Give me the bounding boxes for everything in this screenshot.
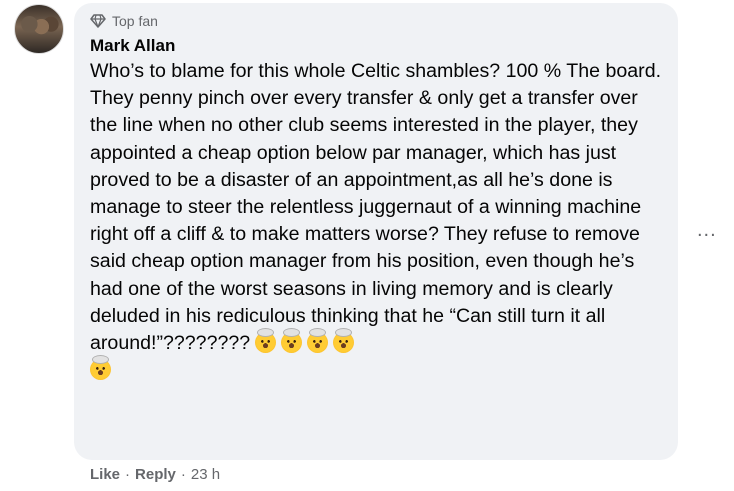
comment-actions: Like · Reply · 23 h [90, 466, 220, 483]
timestamp[interactable]: 23 h [191, 466, 220, 483]
exploding-head-emoji-icon [281, 328, 303, 354]
exploding-head-emoji-icon [90, 355, 111, 381]
reply-button[interactable]: Reply [135, 466, 176, 483]
badge-label: Top fan [112, 13, 158, 29]
exploding-head-emoji-icon [333, 328, 355, 354]
separator: · [125, 466, 131, 483]
author-name[interactable]: Mark Allan [90, 35, 662, 57]
more-options-button[interactable]: ... [697, 220, 717, 240]
exploding-head-emoji-icon [255, 328, 277, 354]
comment-bubble: Top fan Mark Allan Who’s to blame for th… [74, 3, 678, 460]
top-fan-badge: Top fan [90, 11, 662, 31]
comment-text: Who’s to blame for this whole Celtic sha… [90, 58, 662, 384]
exploding-head-emoji-icon [307, 328, 329, 354]
comment-body: Who’s to blame for this whole Celtic sha… [90, 60, 662, 355]
avatar[interactable] [14, 4, 64, 54]
separator: · [180, 466, 186, 483]
like-button[interactable]: Like [90, 466, 120, 483]
diamond-icon [90, 14, 106, 28]
